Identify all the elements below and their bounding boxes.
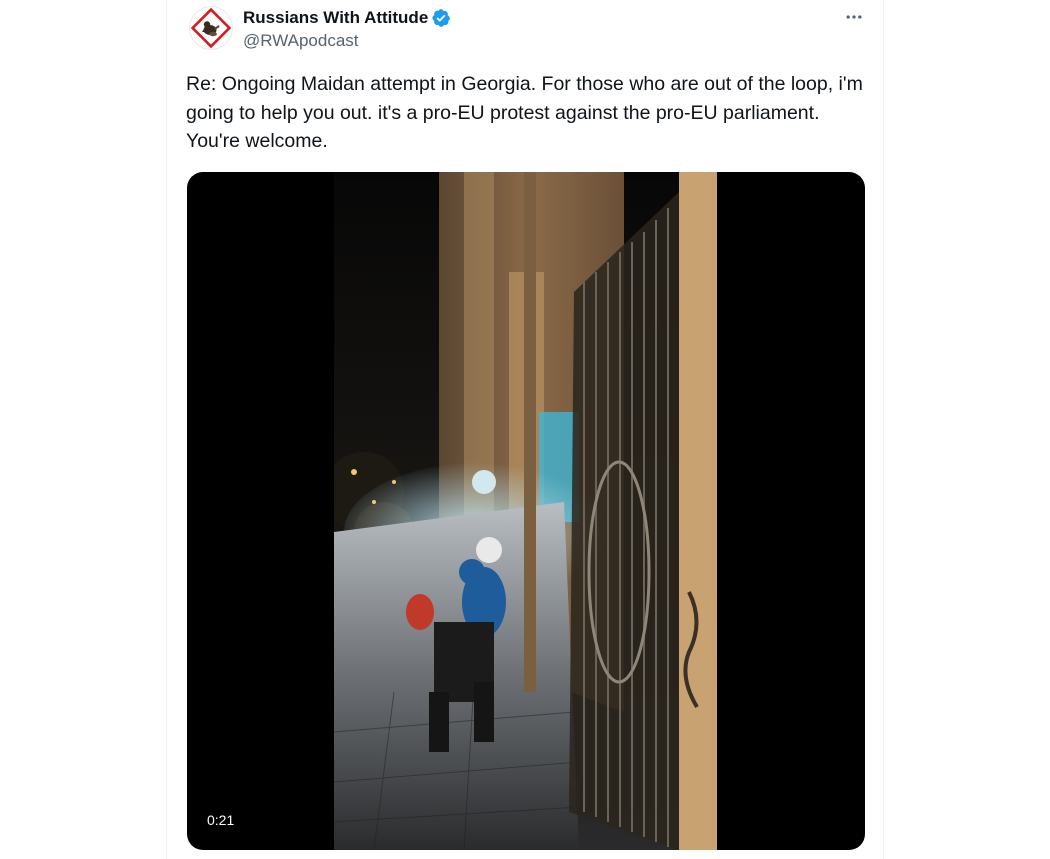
author-display-name[interactable]: Russians With Attitude xyxy=(243,8,428,28)
more-horizontal-icon xyxy=(846,15,862,19)
tweet-text: Re: Ongoing Maidan attempt in Georgia. F… xyxy=(186,73,863,152)
video-thumbnail xyxy=(334,172,717,850)
verified-badge-icon xyxy=(431,8,451,28)
tweet-card[interactable]: Russians With Attitude @RWApodcast Re: O… xyxy=(166,0,884,859)
author-avatar[interactable] xyxy=(189,6,233,50)
more-options-button[interactable] xyxy=(839,4,869,30)
page: Russians With Attitude @RWApodcast Re: O… xyxy=(0,0,1050,859)
video-duration-badge: 0:21 xyxy=(201,809,241,831)
video-player[interactable]: 0:21 xyxy=(187,172,865,850)
author-name-row: Russians With Attitude xyxy=(243,6,451,30)
rwa-logo-icon xyxy=(189,6,233,50)
author-handle[interactable]: @RWApodcast xyxy=(243,31,359,51)
